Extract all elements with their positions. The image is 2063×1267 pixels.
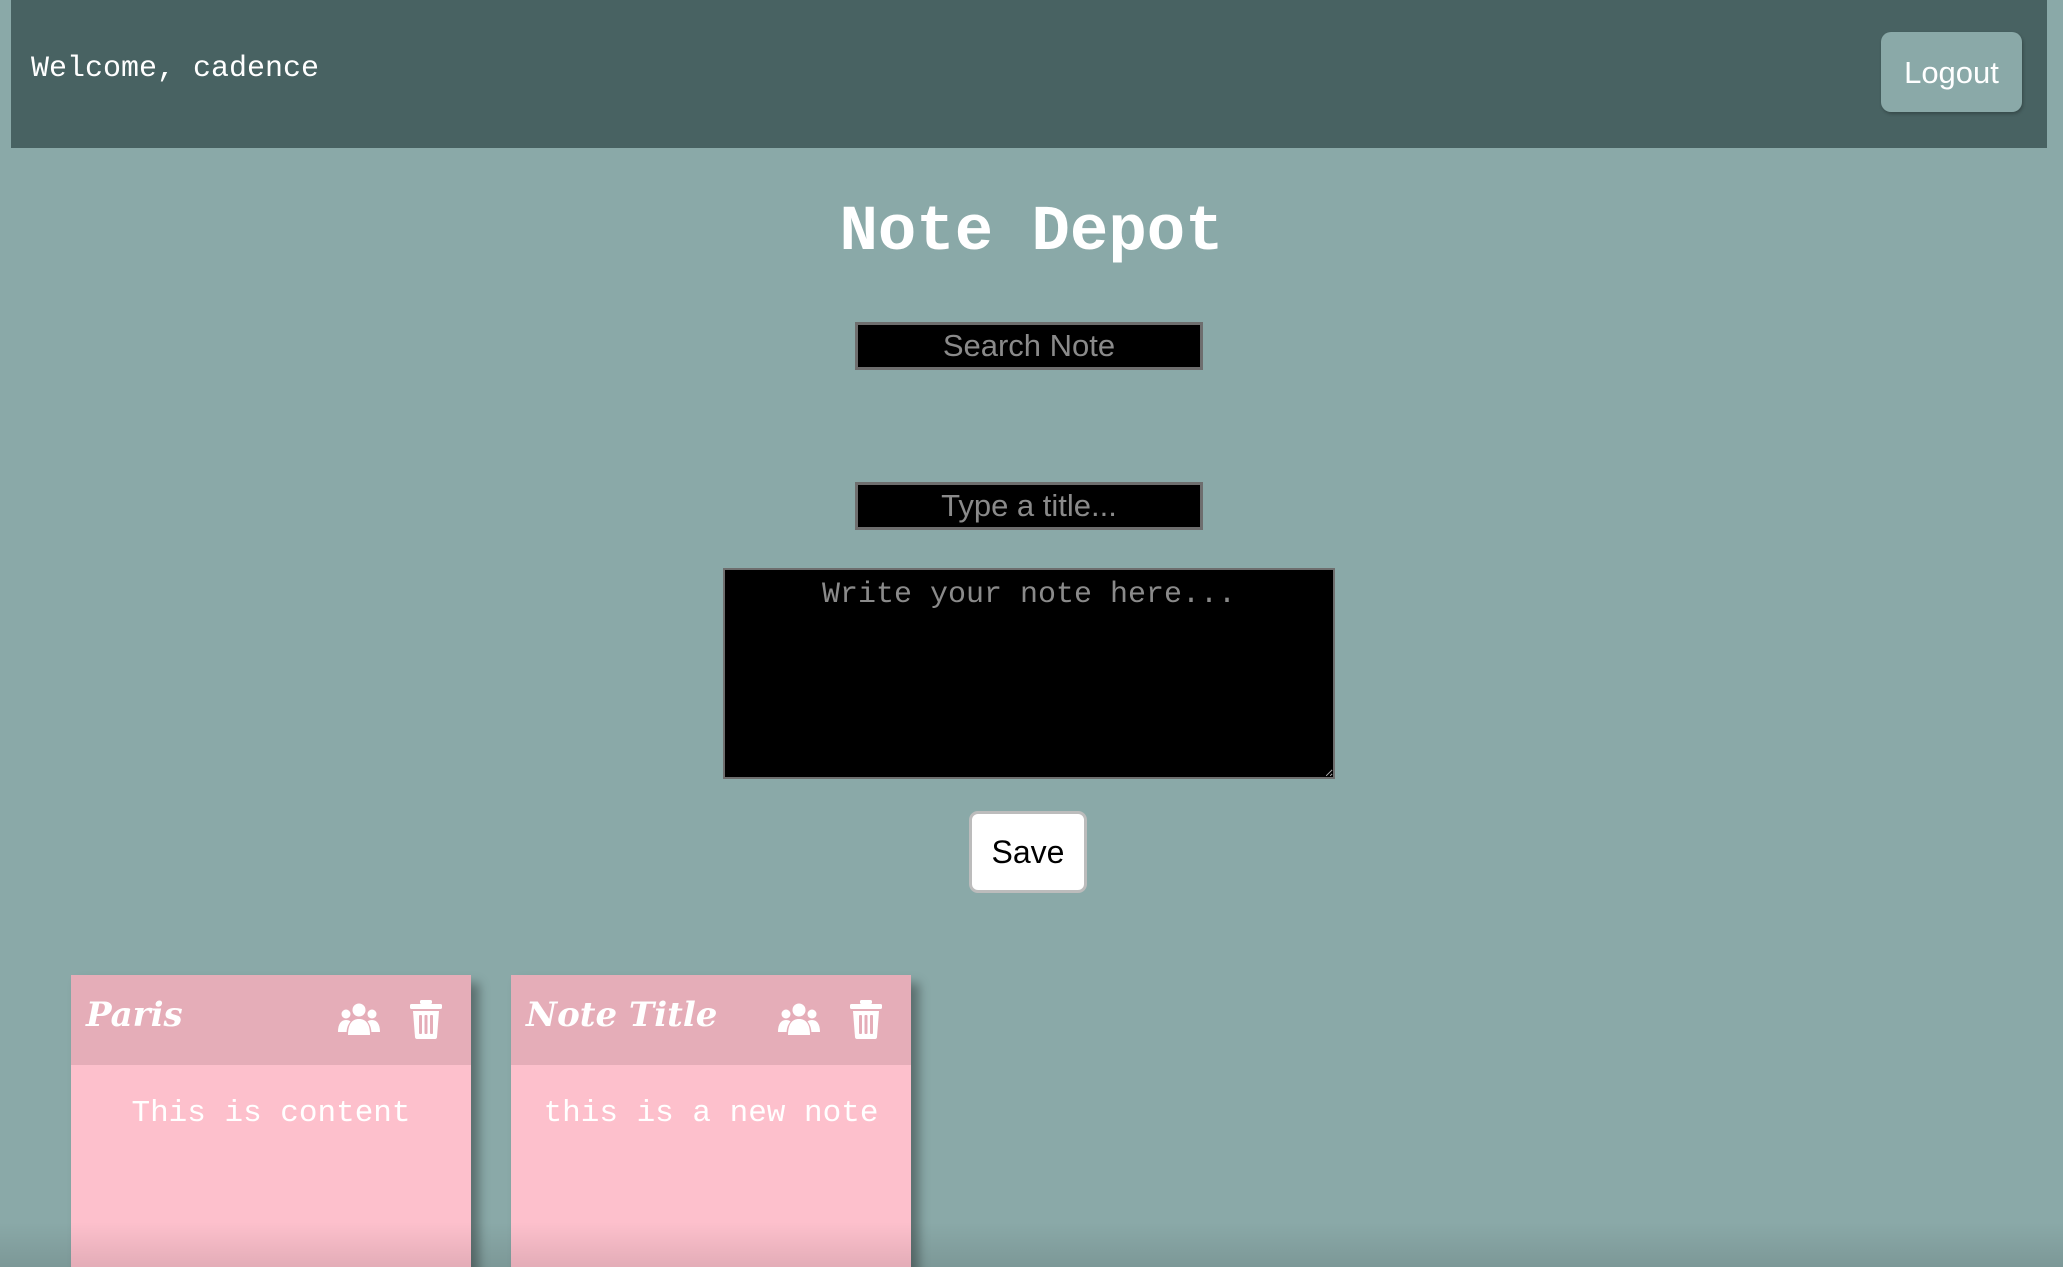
welcome-message: Welcome, cadence xyxy=(31,52,320,86)
top-navbar: Welcome, cadence Logout xyxy=(11,0,2047,148)
note-card-header: Paris xyxy=(71,975,471,1065)
note-card: Note Title this is a new note xyxy=(511,975,911,1267)
note-card: Paris This is content xyxy=(71,975,471,1267)
note-card-title: Paris xyxy=(86,995,183,1035)
users-icon[interactable] xyxy=(777,999,821,1039)
note-content-textarea[interactable] xyxy=(723,568,1335,779)
note-card-content: This is content xyxy=(131,1096,411,1131)
search-input[interactable] xyxy=(855,322,1203,370)
logout-button[interactable]: Logout xyxy=(1881,32,2022,112)
trash-icon[interactable] xyxy=(848,999,884,1039)
page-title: Note Depot xyxy=(839,197,1224,269)
note-card-header: Note Title xyxy=(511,975,911,1065)
note-title-input[interactable] xyxy=(855,482,1203,530)
trash-icon[interactable] xyxy=(408,999,444,1039)
users-icon[interactable] xyxy=(337,999,381,1039)
note-card-title: Note Title xyxy=(526,995,718,1035)
save-button[interactable]: Save xyxy=(969,811,1087,893)
note-card-content: this is a new note xyxy=(543,1096,879,1131)
